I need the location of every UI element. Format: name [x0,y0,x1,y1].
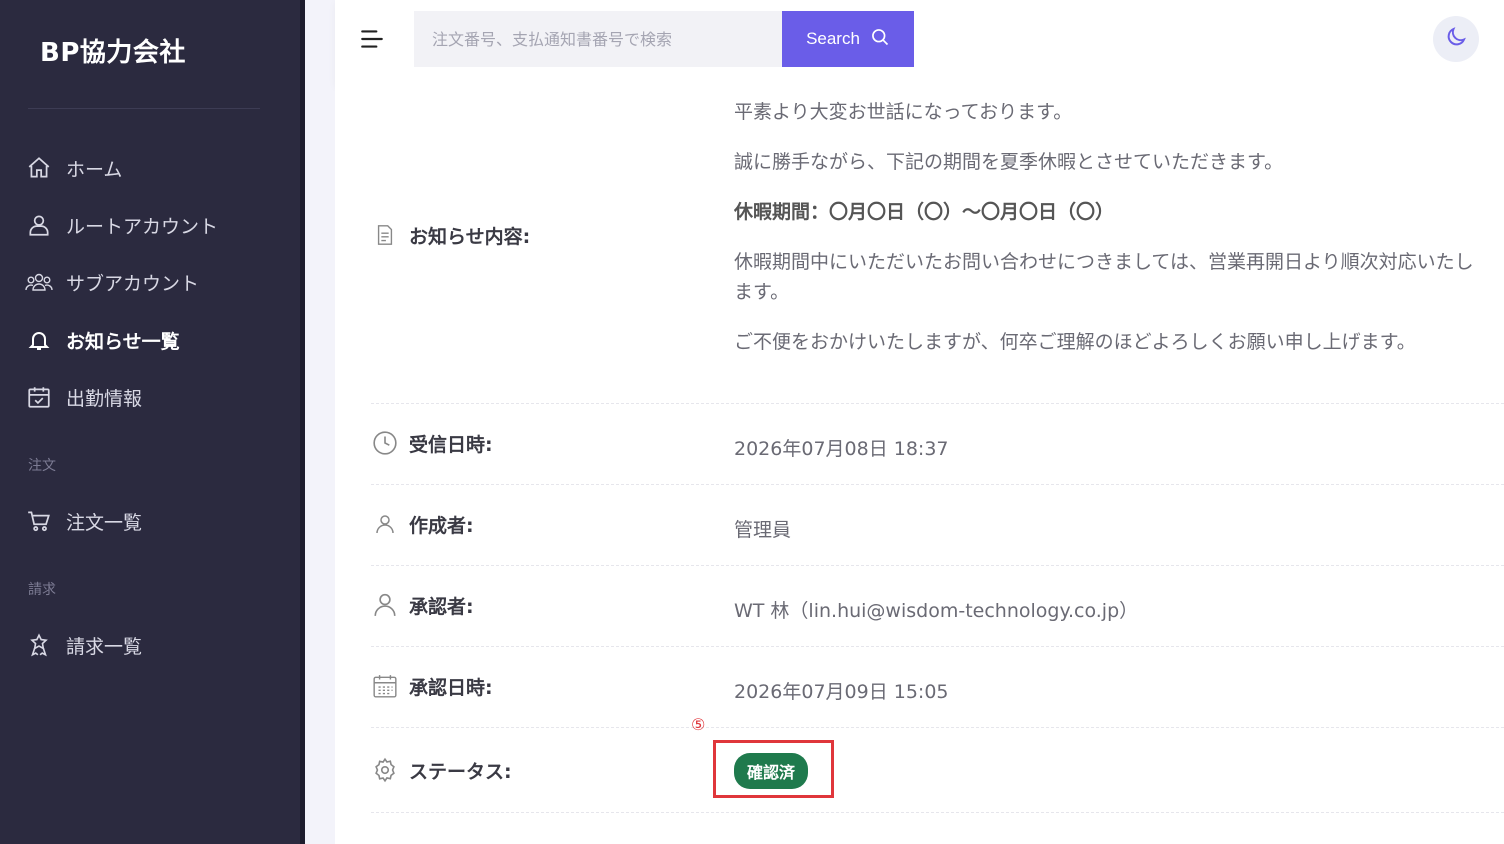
sidebar-item-attendance[interactable]: 出勤情報 [24,377,284,417]
approver-label: 承認者: [409,595,474,618]
calendar-check-icon [24,382,54,412]
menu-toggle-icon[interactable] [359,26,389,56]
sidebar-item-label: 請求一覧 [66,635,143,658]
received-row: 受信日時: 2026年07月08日 18:37 [371,404,1504,485]
sidebar-item-label: サブアカウント [66,272,200,295]
approved-at-label: 承認日時: [409,676,493,699]
sidebar-border [300,0,305,844]
section-heading-billing: 請求 [28,582,56,598]
users-icon [24,267,54,297]
status-row: ステータス: 確認済 [371,728,1504,813]
approved-at-label-group: 承認日時: [371,672,493,700]
clock-icon [371,429,399,457]
received-label-group: 受信日時: [371,429,493,457]
home-icon [24,153,54,183]
notice-content-label-group: お知らせ内容: [371,221,530,249]
notice-line: 休暇期間中にいただいたお問い合わせにつきましては、営業再開日より順次対応いたしま… [734,251,1474,303]
search-icon [870,27,890,52]
search-button-label: Search [806,29,860,48]
top-header: Search [335,0,1504,86]
gear-icon [371,756,399,784]
sidebar-item-notices[interactable]: お知らせ一覧 [24,320,284,360]
approver-label-group: 承認者: [371,591,474,619]
sidebar-item-label: ホーム [66,158,123,181]
sidebar-item-root-account[interactable]: ルートアカウント [24,205,284,245]
notice-line: 誠に勝手ながら、下記の期間を夏季休暇とさせていただきます。 [734,151,1284,173]
author-value: 管理員 [734,519,792,541]
divider [28,108,260,109]
sidebar-item-label: お知らせ一覧 [66,330,180,353]
user-icon [371,510,399,538]
user-icon [24,210,54,240]
notice-line: 平素より大変お世話になっております。 [734,101,1073,123]
sidebar-item-label: 出勤情報 [66,387,143,410]
sidebar-item-home[interactable]: ホーム [24,148,284,188]
author-label: 作成者: [409,514,474,537]
cart-icon [24,506,54,536]
sidebar-item-label: ルートアカウント [66,215,219,238]
search-button[interactable]: Search [782,11,914,67]
approver-row: 承認者: WT 林（lin.hui@wisdom-technology.co.j… [371,566,1504,647]
received-value: 2026年07月08日 18:37 [734,438,949,460]
notice-line: ご不便をおかけいたしますが、何卒ご理解のほどよろしくお願い申し上げます。 [734,331,1416,353]
notice-content-label: お知らせ内容: [409,225,531,248]
annotation-marker: ⑤ [691,715,706,734]
sidebar-item-sub-account[interactable]: サブアカウント [24,262,284,302]
calendar-icon [371,672,399,700]
search-input[interactable] [414,11,782,67]
sidebar: BP協力会社 ホーム ルートアカウント サブアカウント お知らせ一覧 出勤情報 … [0,0,300,844]
brand-logo[interactable]: BP協力会社 [40,32,186,69]
notice-content-row: お知らせ内容: 平素より大変お世話になっております。 誠に勝手ながら、下記の期間… [371,86,1504,404]
sidebar-item-label: 注文一覧 [66,511,143,534]
notice-detail: お知らせ内容: 平素より大変お世話になっております。 誠に勝手ながら、下記の期間… [335,86,1504,844]
document-icon [371,221,399,249]
author-row: 作成者: 管理員 [371,485,1504,566]
status-label: ステータス: [409,760,512,783]
person-icon [371,591,399,619]
notice-content-body: 平素より大変お世話になっております。 誠に勝手ながら、下記の期間を夏季休暇とさせ… [734,97,1474,377]
approver-value: WT 林（lin.hui@wisdom-technology.co.jp） [734,600,1139,622]
annotation-highlight-box [713,740,834,798]
approved-at-value: 2026年07月09日 15:05 [734,681,949,703]
bell-icon [24,325,54,355]
author-label-group: 作成者: [371,510,474,538]
sidebar-item-invoices[interactable]: 請求一覧 [24,625,284,665]
sidebar-item-orders[interactable]: 注文一覧 [24,501,284,541]
section-heading-order: 注文 [28,458,56,474]
approved-at-row: 承認日時: 2026年07月09日 15:05 [371,647,1504,728]
dark-mode-toggle[interactable] [1433,16,1479,62]
notice-line-period: 休暇期間：〇月〇日（〇）～〇月〇日（〇） [734,201,1115,223]
moon-icon [1444,25,1468,53]
status-label-group: ステータス: [371,756,512,784]
received-label: 受信日時: [409,433,493,456]
badge-icon [24,630,54,660]
